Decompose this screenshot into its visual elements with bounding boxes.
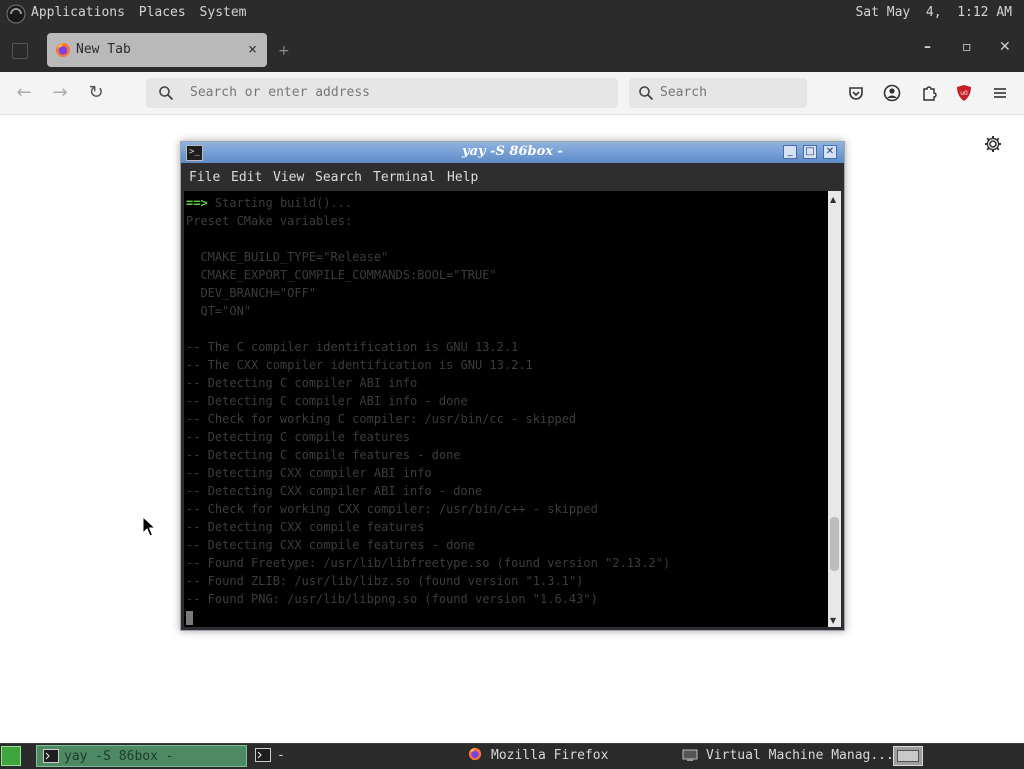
extensions-icon[interactable] <box>919 83 939 103</box>
task-firefox[interactable]: Mozilla Firefox <box>462 745 667 767</box>
show-desktop-button[interactable] <box>1 746 21 766</box>
back-button[interactable]: ← <box>14 83 34 103</box>
task-virt-manager[interactable]: Virtual Machine Manag... <box>676 745 894 767</box>
menu-search[interactable]: Search <box>315 170 362 185</box>
terminal-line: Preset CMake variables: <box>186 214 353 228</box>
task-label: Virtual Machine Manag... <box>706 748 894 763</box>
terminal-line: -- Check for working C compiler: /usr/bi… <box>186 412 577 426</box>
navigation-toolbar: ← → ↻ Search or enter address Search u0 <box>0 72 1024 115</box>
top-panel: Applications Places System Sat May 4, 1:… <box>0 0 1024 28</box>
terminal-icon <box>255 748 271 762</box>
text-cursor <box>186 610 193 625</box>
terminal-close-button[interactable]: ✕ <box>823 145 837 159</box>
address-placeholder: Search or enter address <box>190 85 371 100</box>
applications-menu[interactable]: Applications <box>31 5 125 20</box>
menu-icon[interactable] <box>990 83 1010 103</box>
firefox-icon <box>468 747 482 761</box>
terminal-line: -- The CXX compiler identification is GN… <box>186 358 533 372</box>
terminal-line: -- Detecting C compiler ABI info <box>186 376 418 390</box>
terminal-line: CMAKE_EXPORT_COMPILE_COMMANDS:BOOL="TRUE… <box>186 268 497 282</box>
terminal-line: -- Detecting C compiler ABI info - done <box>186 394 468 408</box>
task-label: Mozilla Firefox <box>491 748 609 763</box>
menu-edit[interactable]: Edit <box>231 170 262 185</box>
mouse-pointer-icon <box>142 516 156 537</box>
terminal-line: ==> Starting build()... <box>186 194 828 212</box>
workspace-1[interactable] <box>897 750 919 762</box>
terminal-window[interactable]: >_ yay -S 86box - _ □ ✕ File Edit View S… <box>180 141 845 631</box>
browser-tab-strip: New Tab × + – ▫ ✕ <box>0 28 1024 72</box>
maximize-button[interactable]: ▫ <box>962 39 972 55</box>
terminal-line: -- Found Freetype: /usr/lib/libfreetype.… <box>186 556 671 570</box>
task-terminal[interactable]: - <box>249 745 449 767</box>
pocket-icon[interactable] <box>846 83 866 103</box>
terminal-line: -- Detecting C compile features <box>186 430 410 444</box>
virtual-machine-manager-icon <box>682 749 698 761</box>
terminal-line-text: Starting build()... <box>214 196 353 210</box>
new-tab-button[interactable]: + <box>278 43 290 59</box>
terminal-line: -- Detecting CXX compiler ABI info - don… <box>186 484 483 498</box>
terminal-minimize-button[interactable]: _ <box>783 145 797 159</box>
prompt-arrow: ==> <box>186 196 208 210</box>
scrollbar-thumb[interactable] <box>830 517 839 571</box>
tab-new-tab[interactable]: New Tab × <box>47 33 267 67</box>
terminal-line: DEV_BRANCH="OFF" <box>186 286 317 300</box>
terminal-cursor-line <box>186 608 828 626</box>
search-bar[interactable]: Search <box>629 78 807 108</box>
system-menu[interactable]: System <box>200 5 247 20</box>
terminal-line: -- Detecting CXX compiler ABI info <box>186 466 432 480</box>
forward-button[interactable]: → <box>50 83 70 103</box>
terminal-line: -- Found PNG: /usr/lib/libpng.so (found … <box>186 592 598 606</box>
terminal-line: -- Detecting C compile features - done <box>186 448 461 462</box>
ublock-icon[interactable]: u0 <box>954 83 974 103</box>
svg-text:u0: u0 <box>960 90 968 97</box>
terminal-line: CMAKE_BUILD_TYPE="Release" <box>186 250 389 264</box>
scroll-down-icon[interactable]: ▼ <box>830 616 836 625</box>
tab-title: New Tab <box>76 42 131 57</box>
terminal-scrollbar[interactable]: ▲ ▼ <box>828 191 841 627</box>
terminal-titlebar[interactable]: >_ yay -S 86box - _ □ ✕ <box>181 142 844 163</box>
menu-file[interactable]: File <box>189 170 220 185</box>
minimize-button[interactable]: – <box>924 39 931 55</box>
settings-gear-icon[interactable] <box>983 134 1003 154</box>
reload-button[interactable]: ↻ <box>86 83 106 103</box>
terminal-maximize-button[interactable]: □ <box>803 145 817 159</box>
distro-logo-icon[interactable] <box>6 4 26 24</box>
terminal-line: -- Found ZLIB: /usr/lib/libz.so (found v… <box>186 574 584 588</box>
search-placeholder: Search <box>660 85 707 100</box>
task-terminal-yay[interactable]: yay -S 86box - <box>36 745 247 767</box>
workspace-switcher[interactable] <box>893 746 923 766</box>
scroll-up-icon[interactable]: ▲ <box>830 195 836 204</box>
list-all-tabs-button[interactable] <box>12 43 28 59</box>
address-bar[interactable]: Search or enter address <box>146 78 618 108</box>
terminal-line: -- The C compiler identification is GNU … <box>186 340 519 354</box>
terminal-line: -- Detecting CXX compile features - done <box>186 538 475 552</box>
terminal-line: QT="ON" <box>186 304 252 318</box>
firefox-icon <box>56 43 70 57</box>
menu-view[interactable]: View <box>273 170 304 185</box>
search-icon <box>639 86 654 101</box>
taskbar: yay -S 86box - - Mozilla Firefox Virtual… <box>0 743 1024 769</box>
menu-terminal[interactable]: Terminal <box>373 170 436 185</box>
terminal-title: yay -S 86box - <box>462 144 563 159</box>
account-icon[interactable] <box>882 83 902 103</box>
task-label: yay -S 86box - <box>64 749 174 764</box>
menu-help[interactable]: Help <box>447 170 478 185</box>
search-icon <box>159 86 174 101</box>
terminal-icon <box>43 749 59 763</box>
places-menu[interactable]: Places <box>139 5 186 20</box>
terminal-output[interactable]: ==> Starting build()... Preset CMake var… <box>184 191 828 627</box>
terminal-menubar: File Edit View Search Terminal Help <box>181 163 844 191</box>
clock[interactable]: Sat May 4, 1:12 AM <box>855 5 1012 20</box>
close-window-button[interactable]: ✕ <box>999 39 1011 55</box>
terminal-line: -- Check for working CXX compiler: /usr/… <box>186 502 598 516</box>
task-label: - <box>277 748 285 763</box>
terminal-line: -- Detecting CXX compile features <box>186 520 425 534</box>
tab-close-button[interactable]: × <box>248 40 257 58</box>
